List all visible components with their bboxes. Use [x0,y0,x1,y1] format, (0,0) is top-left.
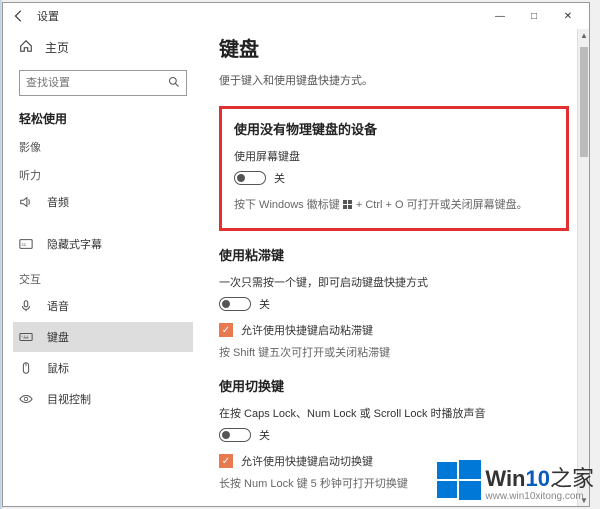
sticky-checkbox-label: 允许使用快捷键启动粘滞键 [241,322,373,338]
sidebar-item-cc[interactable]: cc 隐藏式字幕 [13,229,193,259]
togglekeys-shortcut-checkbox[interactable]: ✓ [219,454,233,468]
toggle-keys-section: 使用切换键 在按 Caps Lock、Num Lock 或 Scroll Loc… [219,376,569,491]
group-vision: 影像 [19,139,187,155]
sidebar-item-label: 目视控制 [47,391,91,407]
settings-window: 设置 — □ ✕ 主页 轻松使用 影像 听力 [2,2,590,507]
sticky-keys-section: 使用粘滞键 一次只需按一个键，即可启动键盘快捷方式 关 ✓ 允许使用快捷键启动粘… [219,245,569,360]
close-button[interactable]: ✕ [551,4,585,28]
osk-heading: 使用没有物理键盘的设备 [234,119,554,138]
eye-icon [19,392,37,406]
osk-label: 使用屏幕键盘 [234,148,554,164]
titlebar: 设置 — □ ✕ [3,3,589,29]
sidebar: 主页 轻松使用 影像 听力 音频 影像 cc [3,29,203,506]
sticky-heading: 使用粘滞键 [219,245,569,264]
sidebar-item-eye-control[interactable]: 目视控制 [13,384,193,414]
windows-key-icon [343,200,353,210]
group-interaction: 交互 [19,271,187,287]
mouse-icon [19,361,37,375]
cc-icon: cc [19,237,37,251]
home-link[interactable]: 主页 [19,33,187,62]
window-title: 设置 [37,8,59,24]
sidebar-section-title: 轻松使用 [19,110,187,127]
home-icon [19,39,35,56]
sticky-hint: 按 Shift 键五次可打开或关闭粘滞键 [219,344,569,360]
sidebar-item-keyboard[interactable]: 键盘 [13,322,193,352]
sidebar-item-label: 音频 [47,194,69,210]
togglekeys-hint: 长按 Num Lock 键 5 秒钟可打开切换键 [219,475,569,491]
sidebar-item-mouse[interactable]: 鼠标 [13,353,193,383]
sidebar-item-label: 隐藏式字幕 [47,236,102,252]
page-title: 键盘 [219,33,569,62]
scrollbar[interactable]: ▲ ▼ [577,29,589,506]
togglekeys-label: 在按 Caps Lock、Num Lock 或 Scroll Lock 时播放声… [219,405,569,421]
togglekeys-heading: 使用切换键 [219,376,569,395]
search-box[interactable] [19,70,187,96]
content-pane: 键盘 便于键入和使用键盘快捷方式。 使用没有物理键盘的设备 使用屏幕键盘 关 按… [203,29,589,506]
scroll-up-arrow[interactable]: ▲ [578,29,589,41]
sticky-toggle[interactable] [219,297,251,311]
page-desc: 便于键入和使用键盘快捷方式。 [219,72,569,88]
group-hearing: 听力 [19,167,187,183]
sticky-toggle-state: 关 [259,296,270,312]
togglekeys-toggle-state: 关 [259,427,270,443]
togglekeys-toggle[interactable] [219,428,251,442]
sidebar-item-label: 键盘 [47,329,69,345]
search-icon [168,76,180,91]
sidebar-item-speech[interactable]: 语音 [13,291,193,321]
sidebar-item-label: 鼠标 [47,360,69,376]
search-input[interactable] [26,77,168,89]
scroll-thumb[interactable] [580,47,588,157]
osk-section-highlight: 使用没有物理键盘的设备 使用屏幕键盘 关 按下 Windows 徽标键 + Ct… [219,106,569,231]
sticky-label: 一次只需按一个键，即可启动键盘快捷方式 [219,274,569,290]
mic-icon [19,299,37,313]
maximize-button[interactable]: □ [517,4,551,28]
sticky-shortcut-checkbox[interactable]: ✓ [219,323,233,337]
togglekeys-checkbox-label: 允许使用快捷键启动切换键 [241,453,373,469]
minimize-button[interactable]: — [483,4,517,28]
osk-hint: 按下 Windows 徽标键 + Ctrl + O 可打开或关闭屏幕键盘。 [234,196,554,212]
home-label: 主页 [45,39,69,56]
osk-toggle-state: 关 [274,170,285,186]
sidebar-item-audio[interactable]: 音频 [13,187,193,217]
keyboard-icon [19,330,37,344]
osk-toggle[interactable] [234,171,266,185]
scroll-down-arrow[interactable]: ▼ [578,494,589,506]
back-button[interactable] [7,4,31,28]
sidebar-item-label: 语音 [47,298,69,314]
svg-text:cc: cc [22,242,27,247]
speaker-icon [19,195,37,209]
